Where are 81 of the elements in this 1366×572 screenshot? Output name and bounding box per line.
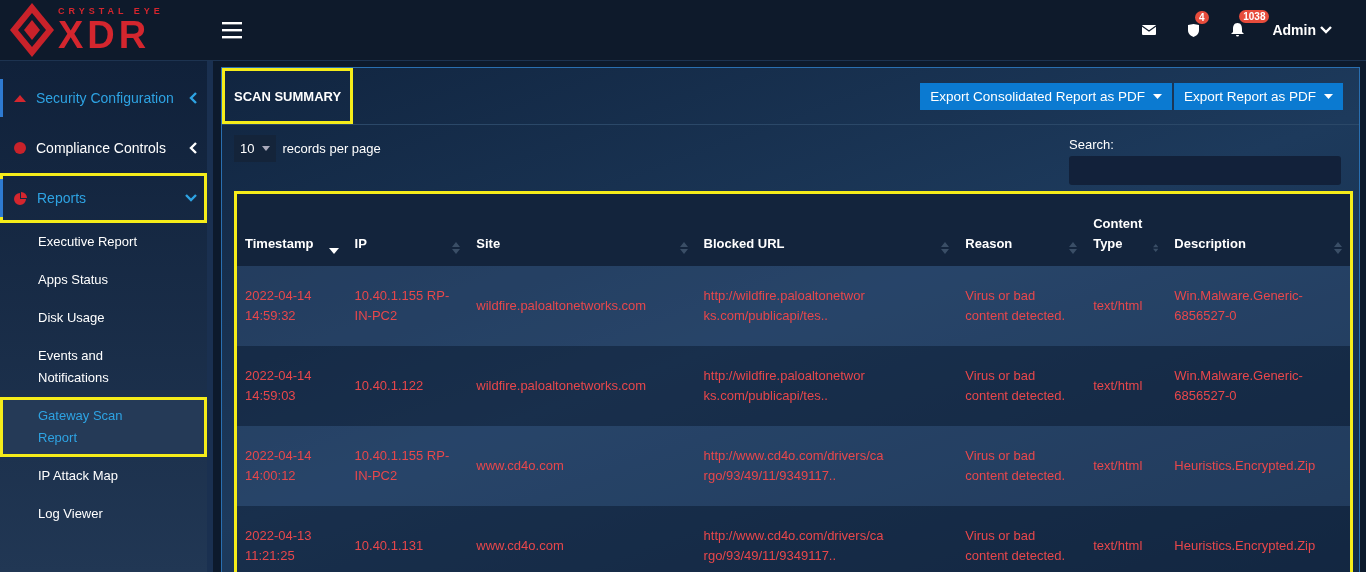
sidebar-item[interactable]: Reports <box>0 173 207 223</box>
column-header[interactable]: Reason <box>957 194 1086 266</box>
page-size-select[interactable]: 10 <box>234 135 277 162</box>
menu-icon[interactable] <box>222 21 244 39</box>
column-header[interactable]: IP <box>346 194 469 266</box>
table-cell: text/html <box>1085 266 1167 346</box>
bell-icon <box>1231 23 1245 37</box>
search-label: Search: <box>1069 137 1115 152</box>
sort-icon[interactable] <box>679 242 688 254</box>
table-cell: Heuristics.Encrypted.Zip <box>1166 506 1350 572</box>
column-header[interactable]: Blocked URL <box>695 194 958 266</box>
table-cell: http://www.cd4o.com/drivers/ca rgo/93/49/11/9349117.. <box>695 426 958 506</box>
table-cell: text/html <box>1085 426 1167 506</box>
table-cell: 10.40.1.131 <box>346 506 469 572</box>
logo-tagline: CRYSTAL EYE <box>58 6 164 16</box>
table-cell: 10.40.1.155 RP-IN-PC2 <box>346 426 469 506</box>
mail-icon <box>1142 25 1157 35</box>
sidebar-subitem[interactable]: Events and Notifications <box>0 337 207 397</box>
table-cell: 2022-04-14 14:59:32 <box>237 266 347 346</box>
export-button[interactable]: Export Consolidated Report as PDF <box>920 82 1172 110</box>
table-cell: Win.Malware.Generic-6856527-0 <box>1166 266 1350 346</box>
sidebar-subitem[interactable]: Apps Status <box>0 261 207 299</box>
shield-button[interactable] <box>1188 23 1200 37</box>
table-cell: 10.40.1.122 <box>346 346 469 426</box>
pie-chart-icon <box>14 191 27 205</box>
user-menu[interactable]: Admin <box>1266 21 1338 39</box>
sort-down-icon[interactable] <box>328 248 339 254</box>
sort-icon[interactable] <box>1152 242 1159 254</box>
chevron-down-icon <box>185 194 197 202</box>
table-cell: 2022-04-14 14:59:03 <box>237 346 347 426</box>
sort-icon[interactable] <box>452 242 461 254</box>
table-cell: wildfire.paloaltonetworks.com <box>468 266 696 346</box>
caret-icon <box>1324 93 1333 99</box>
table-cell: text/html <box>1085 506 1167 572</box>
table-cell: Win.Malware.Generic-6856527-0 <box>1166 346 1350 426</box>
sidebar-subitem[interactable]: IP Attack Map <box>0 457 207 495</box>
count-badge: 4 <box>1195 10 1209 24</box>
export-button[interactable]: Export Report as PDF <box>1173 82 1343 110</box>
search-field[interactable] <box>1069 156 1341 185</box>
sidebar-item[interactable]: Security Configuration <box>0 73 207 123</box>
table-cell: Virus or bad content detected. <box>957 266 1086 346</box>
table-cell: text/html <box>1085 346 1167 426</box>
table-cell: http://www.cd4o.com/drivers/ca rgo/93/49/11/9349117.. <box>695 506 958 572</box>
chevron-left-icon <box>189 142 197 154</box>
page-size-label: records per page <box>282 140 381 156</box>
diamond-logo-icon <box>10 3 54 57</box>
shield-icon <box>1188 23 1200 37</box>
sidebar-subitem[interactable]: Disk Usage <box>0 299 207 337</box>
sidebar-subitem[interactable]: Gateway Scan Report <box>0 397 207 457</box>
table-cell: Virus or bad content detected. <box>957 506 1086 572</box>
triangle-icon <box>14 94 26 102</box>
column-header[interactable]: Description <box>1166 194 1350 266</box>
column-header[interactable]: Site <box>468 194 696 266</box>
sidebar-item[interactable]: Compliance Controls <box>0 123 207 173</box>
chevron-left-icon <box>189 92 197 104</box>
sidebar-subitem[interactable]: Log Viewer <box>0 495 207 533</box>
sort-icon[interactable] <box>1069 242 1078 254</box>
caret-icon <box>1152 93 1162 99</box>
table-cell: wildfire.paloaltonetworks.com <box>468 346 696 426</box>
table-cell: http://wildfire.paloaltonetwor ks.com/publicapi/tes.. <box>695 346 958 426</box>
bell-button[interactable] <box>1231 23 1245 37</box>
mail-button[interactable] <box>1142 25 1157 35</box>
table-cell: Heuristics.Encrypted.Zip <box>1166 426 1350 506</box>
panel-title: SCAN SUMMARY <box>222 68 354 124</box>
table-cell: 2022-04-14 14:00:12 <box>237 426 347 506</box>
count-badge: 1038 <box>1239 10 1270 23</box>
table-cell: http://wildfire.paloaltonetwor ks.com/publicapi/tes.. <box>695 266 958 346</box>
sort-icon[interactable] <box>941 242 950 254</box>
sidebar-subitem[interactable]: Executive Report <box>0 223 207 261</box>
column-header[interactable]: Timestamp <box>237 194 347 266</box>
chevron-down-icon <box>1320 26 1332 34</box>
table-cell: www.cd4o.com <box>468 506 696 572</box>
table-cell: Virus or bad content detected. <box>957 426 1086 506</box>
table-cell: www.cd4o.com <box>468 426 696 506</box>
logo-name: XDR <box>58 15 151 54</box>
sort-icon[interactable] <box>1334 242 1342 254</box>
column-header[interactable]: Content Type <box>1085 194 1167 266</box>
table-cell: 10.40.1.155 RP-IN-PC2 <box>346 266 469 346</box>
table-cell: 2022-04-13 11:21:25 <box>237 506 347 572</box>
caret-icon <box>262 146 271 151</box>
table-cell: Virus or bad content detected. <box>957 346 1086 426</box>
